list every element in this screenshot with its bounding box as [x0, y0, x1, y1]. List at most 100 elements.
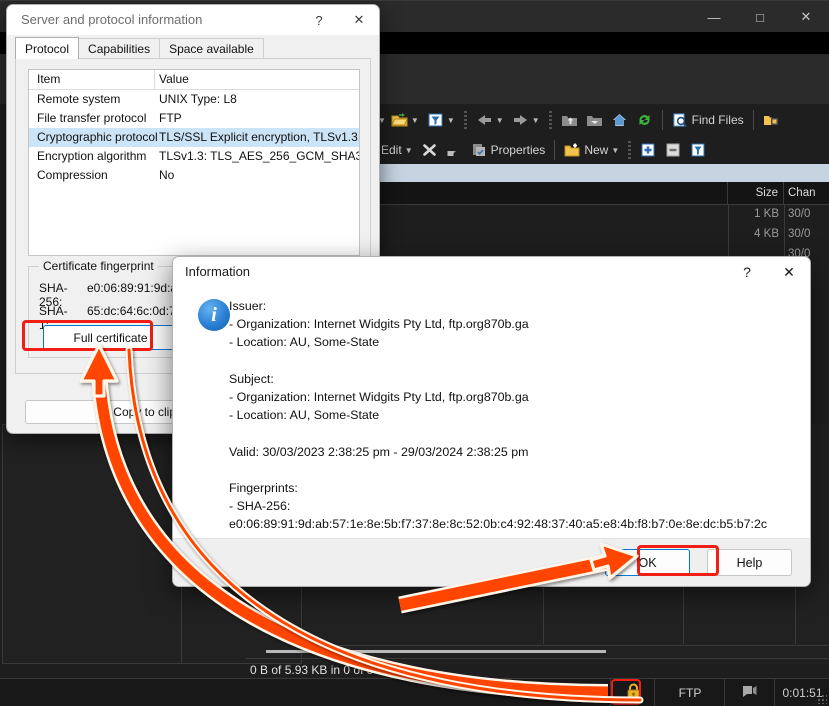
status-bar: FTP 0:01:51	[0, 678, 829, 706]
column-header-changed[interactable]: Chan	[784, 182, 829, 204]
find-files-button[interactable]: Find Files	[669, 110, 747, 130]
list-item-value: TLSv1.3: TLS_AES_256_GCM_SHA384, 2…	[159, 149, 360, 163]
properties-button[interactable]: Properties	[468, 140, 549, 160]
edit-caret[interactable]: ▼	[405, 146, 413, 155]
open-folder-button[interactable]: ▼	[388, 110, 422, 130]
new-caret[interactable]: ▼	[611, 146, 619, 155]
forward-caret[interactable]: ▼	[532, 116, 540, 125]
list-item[interactable]: Remote system UNIX Type: L8	[29, 90, 359, 109]
toolbar-row-2: Edit ▼ Properties New ▼	[378, 136, 710, 164]
status-protocol: FTP	[654, 679, 725, 706]
highlight-status-lock	[611, 679, 641, 705]
folder-refresh-icon	[586, 112, 603, 128]
edit-button[interactable]: Edit ▼	[378, 141, 416, 159]
list-item[interactable]: File transfer protocol FTP	[29, 109, 359, 128]
list-item[interactable]: Encryption algorithm TLSv1.3: TLS_AES_25…	[29, 147, 359, 166]
transfer-progress-bar	[266, 650, 606, 653]
highlight-ok-button	[637, 545, 719, 576]
protocol-list-header: Item Value	[29, 70, 359, 90]
find-files-icon	[672, 112, 689, 128]
table-row[interactable]: 4 KB 30/0	[378, 224, 829, 244]
help-icon[interactable]: ?	[726, 257, 768, 287]
toolbar-grip-3[interactable]	[628, 141, 632, 159]
protocol-list[interactable]: Item Value Remote system UNIX Type: L8 F…	[28, 69, 360, 256]
help-button[interactable]: Help	[707, 549, 792, 576]
list-column-separator[interactable]	[154, 70, 155, 89]
column-header-size[interactable]: Size	[728, 182, 784, 204]
screen: — □ ✕ ▼ ▼ ▼ ▼ ▼ Find Files Edit ▼ Proper…	[0, 0, 829, 706]
back-button[interactable]: ▼	[473, 110, 507, 130]
close-button[interactable]: ✕	[783, 1, 829, 33]
protocol-dialog-title: Server and protocol information	[21, 12, 203, 27]
up-directory-button[interactable]	[558, 110, 581, 130]
protocol-dialog-tabs: Protocol Capabilities Space available	[15, 37, 264, 59]
status-divider	[245, 658, 829, 659]
file-size: 1 KB	[754, 208, 779, 220]
window-controls: — □ ✕	[691, 1, 829, 33]
minimize-button[interactable]: —	[691, 1, 737, 33]
refresh-button[interactable]	[633, 110, 656, 130]
column-header-name[interactable]	[378, 182, 728, 204]
toolbar-separator-1	[661, 110, 663, 130]
properties-label: Properties	[490, 143, 546, 157]
collapse-button[interactable]	[662, 140, 685, 160]
minus-box-icon	[665, 142, 682, 158]
properties-icon	[471, 142, 488, 158]
column-header-item[interactable]: Item	[37, 72, 60, 86]
open-folder-icon	[391, 112, 408, 128]
list-item-key: Cryptographic protocol	[37, 130, 158, 144]
back-caret[interactable]: ▼	[496, 116, 504, 125]
protocol-dialog-controls: ? ✕	[299, 5, 379, 35]
new-button[interactable]: New ▼	[561, 140, 622, 160]
information-dialog-controls: ? ✕	[726, 257, 810, 287]
toolbar-grip-2[interactable]	[548, 111, 552, 129]
information-dialog: Information ? ✕ i Issuer: - Organization…	[172, 256, 811, 587]
home-button[interactable]	[608, 110, 631, 130]
maximize-button[interactable]: □	[737, 1, 783, 33]
file-changed: 30/0	[788, 228, 811, 240]
tab-protocol[interactable]: Protocol	[15, 37, 80, 59]
resize-grip[interactable]	[817, 694, 827, 704]
new-label: New	[584, 143, 609, 157]
filter-button[interactable]: ▼	[424, 110, 458, 130]
list-item-key: Remote system	[37, 92, 121, 106]
filter-toggle-button[interactable]	[687, 140, 710, 160]
rename-button[interactable]	[443, 140, 466, 160]
list-item-value: FTP	[159, 111, 182, 125]
information-dialog-title: Information	[185, 264, 251, 279]
forward-button[interactable]: ▼	[509, 110, 543, 130]
expand-button[interactable]	[637, 140, 660, 160]
home-icon	[611, 112, 628, 128]
tab-space-available[interactable]: Space available	[159, 38, 264, 59]
arrow-left-icon	[476, 112, 493, 128]
filter-caret[interactable]: ▼	[447, 116, 455, 125]
status-speed-cell[interactable]	[724, 679, 775, 706]
column-header-value[interactable]: Value	[159, 72, 189, 86]
list-item-value: UNIX Type: L8	[159, 92, 237, 106]
toolbar-grip-1[interactable]	[463, 111, 467, 129]
compare-button[interactable]	[760, 110, 783, 130]
close-icon[interactable]: ✕	[768, 257, 810, 287]
list-item-selected[interactable]: Cryptographic protocol TLS/SSL Explicit …	[29, 128, 359, 147]
toolbar-separator-3	[554, 140, 556, 160]
sha1-value[interactable]: 65:dc:64:6c:0d:74	[87, 304, 182, 318]
remote-path-bar[interactable]	[378, 164, 829, 182]
help-icon[interactable]: ?	[299, 5, 339, 35]
find-files-label: Find Files	[691, 113, 744, 127]
plus-box-icon	[640, 142, 657, 158]
sha256-value[interactable]: e0:06:89:91:9d:a	[87, 281, 177, 295]
close-icon[interactable]: ✕	[339, 5, 379, 35]
delete-x-icon	[421, 142, 438, 158]
delete-button[interactable]	[418, 140, 441, 160]
open-folder-caret[interactable]: ▼	[411, 116, 419, 125]
list-item-key: File transfer protocol	[37, 111, 147, 125]
refresh-directory-button[interactable]	[583, 110, 606, 130]
protocol-dialog-titlebar: Server and protocol information ? ✕	[7, 5, 379, 35]
rename-icon	[446, 142, 463, 158]
list-item[interactable]: Compression No	[29, 166, 359, 185]
tab-capabilities[interactable]: Capabilities	[78, 38, 161, 59]
transfer-status-text: 0 B of 5.93 KB in 0 of 5	[250, 663, 374, 677]
compare-directories-icon	[763, 112, 780, 128]
refresh-icon	[636, 112, 653, 128]
table-row[interactable]: 1 KB 30/0	[378, 204, 829, 224]
